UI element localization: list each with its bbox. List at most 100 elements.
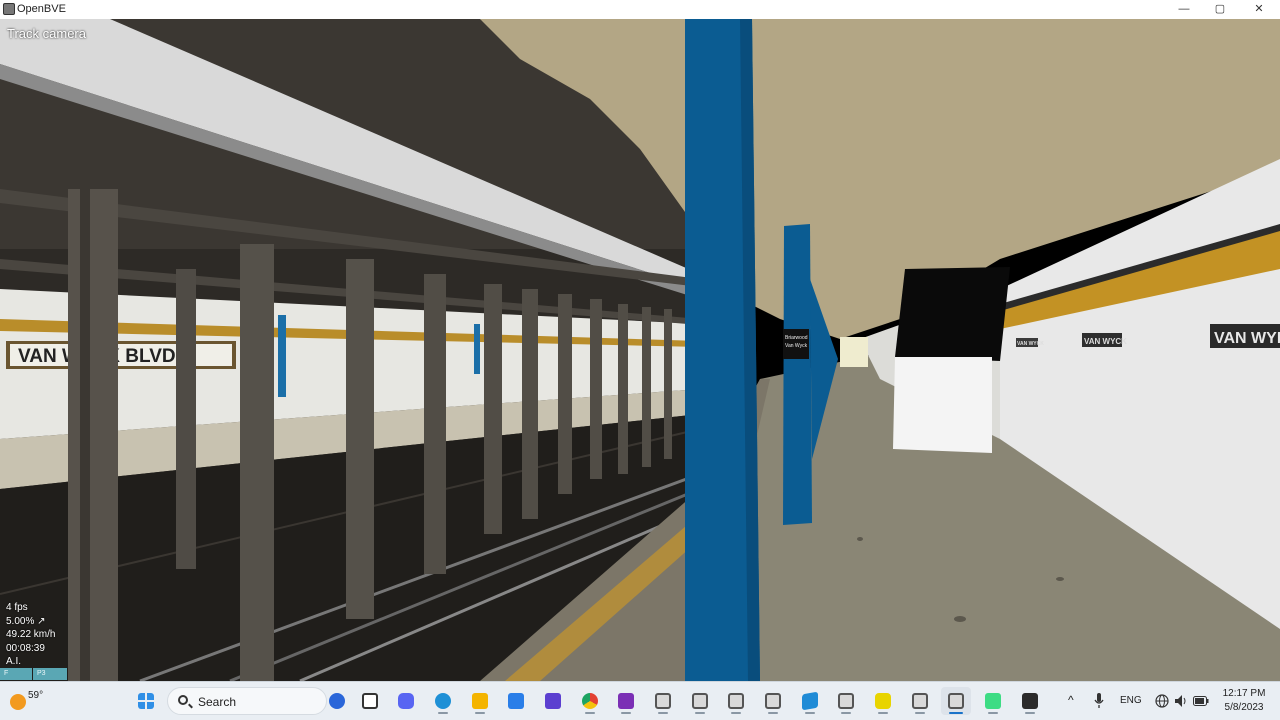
- hud-tab-power: P3: [33, 668, 67, 680]
- language-indicator[interactable]: ENG: [1120, 695, 1142, 706]
- throttle-readout: 5.00% ↗: [6, 615, 46, 627]
- battery-icon[interactable]: [1193, 695, 1209, 707]
- floor-stain-1: [954, 616, 966, 622]
- running-indicator: [768, 712, 778, 714]
- openbve-icon: [838, 693, 854, 709]
- chrome-icon: [582, 693, 598, 709]
- bing-chat-icon: [329, 693, 345, 709]
- openbve-icon: [655, 693, 671, 709]
- discord-icon: [398, 693, 414, 709]
- column-9: [590, 299, 602, 479]
- android-icon: [985, 693, 1001, 709]
- openbve-icon: [948, 693, 964, 709]
- running-indicator: [731, 712, 741, 714]
- folder-icon: [472, 693, 488, 709]
- system-clock[interactable]: 12:17 PM 5/8/2023: [1216, 687, 1272, 715]
- taskbar-task-view[interactable]: [355, 687, 385, 715]
- booth-tiles: [893, 357, 992, 453]
- hud-tab-reverser: F: [0, 668, 32, 680]
- tray-overflow-chevron[interactable]: ^: [1068, 693, 1074, 707]
- column-12: [664, 309, 672, 459]
- taskbar-store[interactable]: [501, 687, 531, 715]
- taskbar-visual-studio[interactable]: [538, 687, 568, 715]
- time-readout: 00:08:39: [6, 642, 45, 654]
- right-wall-station-name-mid: VAN WYCK: [1084, 337, 1127, 346]
- column-sign-line2: Van Wyck: [785, 343, 808, 349]
- station-scene: VAN WYCK BLVD: [0, 19, 1280, 681]
- simulation-stats: 4 fps 5.00% ↗ 49.22 km/h 00:08:39 A.I.: [6, 601, 55, 669]
- taskbar-chrome[interactable]: [575, 687, 605, 715]
- far-blue-column-2: [474, 324, 480, 374]
- openbve-icon: [692, 693, 708, 709]
- taskbar-discord[interactable]: [391, 687, 421, 715]
- taskbar-android-studio[interactable]: [978, 687, 1008, 715]
- speed-readout: 49.22 km/h: [6, 629, 56, 640]
- corridor-end: [840, 337, 868, 367]
- booth-top: [895, 267, 1010, 361]
- terminal-icon: [1022, 693, 1038, 709]
- column-2: [240, 244, 274, 681]
- column-3: [176, 269, 196, 569]
- openbve-icon: [765, 693, 781, 709]
- column-1: [68, 189, 118, 681]
- simulation-viewport[interactable]: VAN WYCK BLVD: [0, 19, 1280, 681]
- running-indicator: [841, 712, 851, 714]
- taskbar-terminal[interactable]: [1015, 687, 1045, 715]
- openbve-icon: [728, 693, 744, 709]
- edge-icon: [435, 693, 451, 709]
- active-indicator: [949, 712, 963, 714]
- maximize-button[interactable]: ▢: [1202, 0, 1238, 19]
- running-indicator: [658, 712, 668, 714]
- running-indicator: [438, 712, 448, 714]
- taskbar-openbve-active[interactable]: [941, 687, 971, 715]
- task-view-icon: [362, 693, 378, 709]
- globe-icon[interactable]: [1155, 694, 1169, 708]
- close-button[interactable]: ✕: [1241, 0, 1277, 19]
- column-sign-line1: Briarwood: [785, 335, 808, 341]
- taskbar-search[interactable]: Search: [167, 687, 327, 715]
- weather-widget[interactable]: 59°: [10, 688, 60, 715]
- taskbar-onenote[interactable]: [611, 687, 641, 715]
- taskbar-edge[interactable]: [428, 687, 458, 715]
- column-8: [558, 294, 572, 494]
- driver-mode-readout: A.I.: [6, 656, 22, 667]
- minimize-button[interactable]: —: [1166, 0, 1202, 19]
- far-blue-column: [278, 315, 286, 397]
- blue-app-icon: [802, 691, 818, 711]
- running-indicator: [621, 712, 631, 714]
- window-titlebar: OpenBVE — ▢ ✕: [0, 0, 1280, 20]
- taskbar-bing[interactable]: [322, 687, 352, 715]
- fps-readout: 4 fps: [6, 602, 28, 613]
- running-indicator: [878, 712, 888, 714]
- column-4: [346, 259, 374, 619]
- window-title: OpenBVE: [17, 3, 66, 15]
- weather-temperature: 59°: [28, 690, 44, 701]
- taskbar-notes[interactable]: [868, 687, 898, 715]
- column-5: [424, 274, 446, 574]
- taskbar-openbve-5[interactable]: [831, 687, 861, 715]
- running-indicator: [1025, 712, 1035, 714]
- microphone-icon[interactable]: [1094, 693, 1104, 709]
- volume-icon[interactable]: [1174, 694, 1188, 708]
- taskbar-openbve-1[interactable]: [648, 687, 678, 715]
- onenote-icon: [618, 693, 634, 709]
- right-wall-station-name: VAN WYK: [1214, 330, 1280, 347]
- taskbar-openbve-6[interactable]: [905, 687, 935, 715]
- column-1-shadow: [80, 189, 90, 681]
- taskbar-openbve-2[interactable]: [685, 687, 715, 715]
- clock-date: 5/8/2023: [1224, 702, 1264, 713]
- clock-time: 12:17 PM: [1222, 688, 1266, 699]
- running-indicator: [475, 712, 485, 714]
- taskbar-files[interactable]: [465, 687, 495, 715]
- openbve-app-icon: [3, 3, 15, 15]
- start-button[interactable]: [131, 687, 161, 715]
- taskbar-openbve-4[interactable]: [758, 687, 788, 715]
- taskbar-windows-app[interactable]: [795, 687, 825, 715]
- mid-blue-column: [783, 224, 812, 525]
- visual-studio-icon: [545, 693, 561, 709]
- taskbar-openbve-3[interactable]: [721, 687, 751, 715]
- column-7: [522, 289, 538, 519]
- running-indicator: [988, 712, 998, 714]
- store-icon: [508, 693, 524, 709]
- openbve-icon: [912, 693, 928, 709]
